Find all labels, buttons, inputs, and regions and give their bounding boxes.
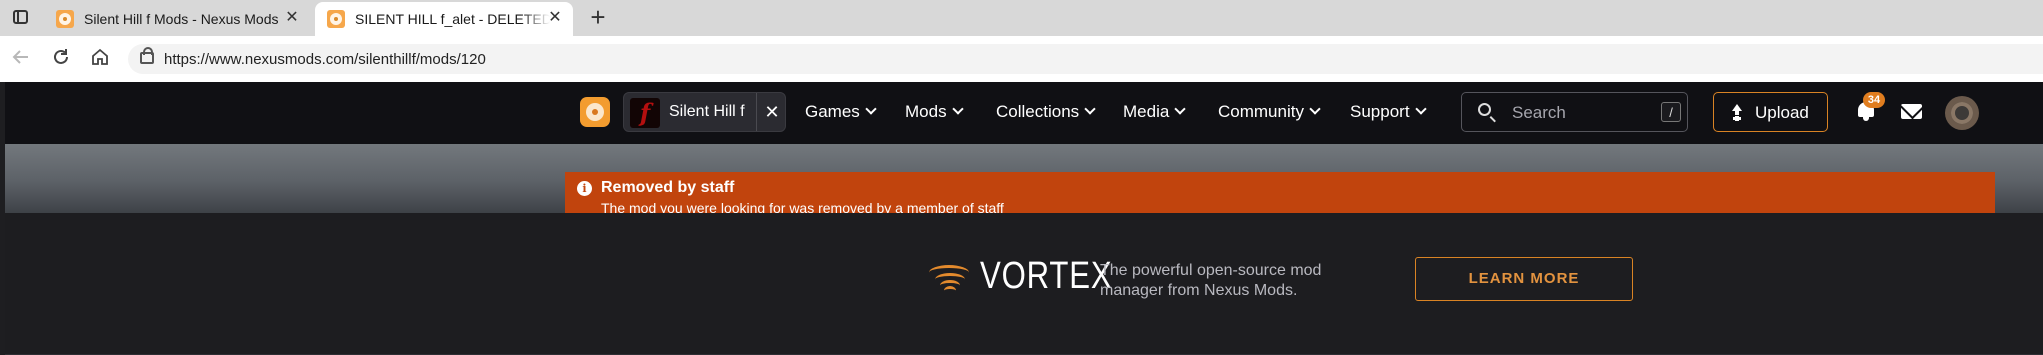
game-filter-pill[interactable]: f Silent Hill f ✕: [623, 92, 786, 132]
tab-actions-icon[interactable]: [10, 8, 32, 26]
tab-title: Silent Hill f Mods - Nexus Mods: [84, 11, 279, 27]
url-text[interactable]: https://www.nexusmods.com/silenthillf/mo…: [164, 51, 486, 68]
chevron-down-icon: [1174, 103, 1186, 115]
address-bar[interactable]: https://www.nexusmods.com/silenthillf/mo…: [128, 44, 2043, 74]
search-placeholder: Search: [1512, 103, 1566, 122]
browser-toolbar: https://www.nexusmods.com/silenthillf/mo…: [0, 36, 2043, 82]
pill-divider: [756, 93, 757, 131]
browser-tab-mods[interactable]: Silent Hill f Mods - Nexus Mods ✕: [44, 2, 314, 36]
nav-games-label: Games: [805, 102, 860, 121]
game-thumbnail: f: [630, 98, 660, 128]
chevron-down-icon: [865, 103, 877, 115]
upload-button[interactable]: Upload: [1713, 92, 1828, 132]
nav-mods[interactable]: Mods: [905, 102, 964, 122]
search-shortcut-key: /: [1661, 102, 1681, 122]
notification-count-badge[interactable]: 34: [1863, 92, 1885, 108]
nav-support[interactable]: Support: [1350, 102, 1427, 122]
nexus-favicon-icon: [327, 10, 345, 28]
nav-collections[interactable]: Collections: [996, 102, 1096, 122]
mod-header-banner: i Removed by staff The mod you were look…: [5, 144, 2043, 220]
nav-community[interactable]: Community: [1218, 102, 1321, 122]
home-icon[interactable]: [88, 47, 112, 71]
nav-mods-label: Mods: [905, 102, 947, 121]
messages-mail-icon[interactable]: [1901, 104, 1922, 119]
nav-games[interactable]: Games: [805, 102, 877, 122]
tab-title: SILENT HILL f_alet - DELETED at Silent H…: [355, 11, 550, 27]
chevron-down-icon: [951, 103, 964, 115]
browser-tab-deleted-mod[interactable]: SILENT HILL f_alet - DELETED at Silent H…: [315, 2, 573, 36]
user-avatar[interactable]: [1945, 96, 1979, 130]
nav-collections-label: Collections: [996, 102, 1080, 121]
tab-close-icon[interactable]: ✕: [282, 8, 302, 28]
search-input[interactable]: Search /: [1461, 92, 1688, 132]
chevron-down-icon: [1309, 103, 1321, 115]
browser-tab-strip: Silent Hill f Mods - Nexus Mods ✕ SILENT…: [0, 0, 2043, 36]
vortex-description: The powerful open-source mod manager fro…: [1100, 262, 1322, 299]
vortex-promo: VORTEX The powerful open-source mod mana…: [5, 213, 2043, 355]
clear-game-icon[interactable]: ✕: [761, 101, 783, 123]
nexus-logo-icon[interactable]: [580, 97, 610, 127]
search-icon: [1478, 103, 1491, 116]
reload-icon[interactable]: [49, 47, 73, 71]
back-arrow-icon[interactable]: [9, 47, 33, 71]
chevron-down-icon: [1414, 103, 1427, 115]
alert-title: Removed by staff: [601, 179, 735, 196]
lock-icon[interactable]: [140, 47, 154, 64]
nexus-favicon-icon: [56, 10, 74, 28]
vortex-logo-icon: [929, 265, 969, 297]
game-name[interactable]: Silent Hill f: [669, 103, 745, 121]
info-icon: i: [577, 181, 592, 196]
chevron-down-icon: [1084, 103, 1096, 115]
nav-support-label: Support: [1350, 102, 1410, 121]
upload-icon: [1730, 104, 1744, 120]
page-content: f Silent Hill f ✕ Games Mods Collections…: [5, 82, 2043, 355]
nav-media[interactable]: Media: [1123, 102, 1186, 122]
site-header: f Silent Hill f ✕ Games Mods Collections…: [5, 82, 2043, 144]
vortex-brand: VORTEX: [980, 255, 1113, 297]
nav-community-label: Community: [1218, 102, 1304, 121]
nav-media-label: Media: [1123, 102, 1170, 121]
upload-label: Upload: [1755, 103, 1809, 122]
learn-more-button[interactable]: LEARN MORE: [1415, 257, 1633, 301]
new-tab-icon[interactable]: +: [584, 4, 612, 32]
tab-close-icon[interactable]: ✕: [545, 8, 565, 28]
